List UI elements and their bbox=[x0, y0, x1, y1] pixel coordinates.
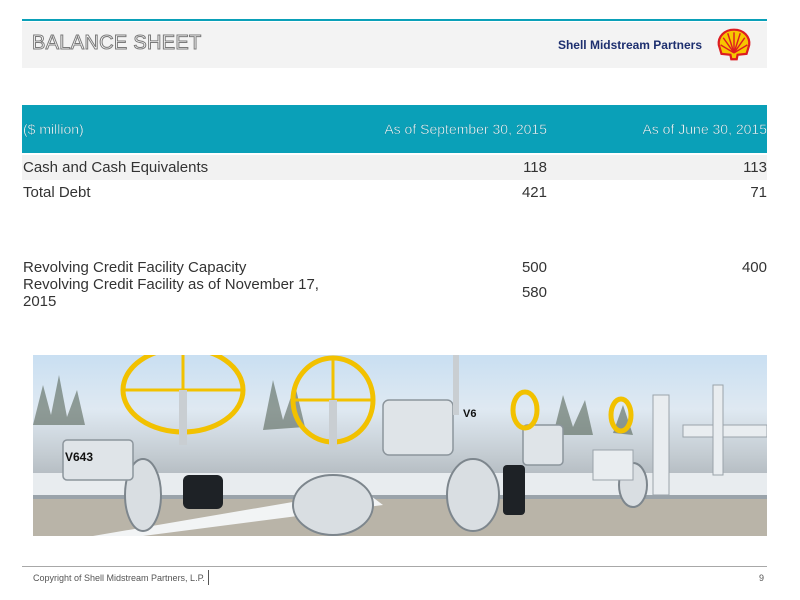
pipeline-illustration: V643 V6 bbox=[33, 355, 767, 536]
page-number: 9 bbox=[758, 573, 764, 583]
footer-separator bbox=[208, 570, 209, 585]
row-label: Cash and Cash Equivalents bbox=[23, 159, 209, 176]
table-row: Revolving Credit Facility as of November… bbox=[22, 276, 767, 310]
column-header-units: ($ million) bbox=[23, 121, 84, 137]
table-header-row: ($ million) As of September 30, 2015 As … bbox=[22, 105, 767, 153]
valve-label: V6 bbox=[463, 408, 476, 420]
footer-rule bbox=[22, 566, 767, 567]
cell-sep-2015: 500 bbox=[521, 259, 547, 276]
balance-sheet-table: ($ million) As of September 30, 2015 As … bbox=[22, 105, 767, 310]
pipeline-valves-photo: V643 V6 bbox=[33, 355, 767, 536]
slide-title: BALANCE SHEET bbox=[32, 32, 202, 55]
table-row: Cash and Cash Equivalents 118 113 bbox=[22, 155, 767, 180]
cell-sep-2015: 580 bbox=[521, 284, 547, 301]
row-label: Revolving Credit Facility Capacity bbox=[23, 259, 247, 276]
shell-logo-icon bbox=[717, 28, 751, 61]
header-top-rule bbox=[22, 19, 767, 21]
cell-jun-2015: 71 bbox=[750, 184, 767, 201]
valve-label: V643 bbox=[65, 450, 93, 464]
column-header-jun-2015: As of June 30, 2015 bbox=[642, 121, 767, 137]
cell-sep-2015: 421 bbox=[521, 184, 547, 201]
column-header-sep-2015: As of September 30, 2015 bbox=[384, 121, 547, 137]
row-label: Total Debt bbox=[23, 184, 91, 201]
cell-jun-2015: 113 bbox=[743, 159, 767, 176]
cell-sep-2015: 118 bbox=[523, 159, 547, 176]
company-name: Shell Midstream Partners bbox=[557, 38, 702, 52]
cell-jun-2015: 400 bbox=[741, 259, 767, 276]
copyright-text: Copyright of Shell Midstream Partners, L… bbox=[33, 573, 205, 583]
row-label: Revolving Credit Facility as of November… bbox=[23, 275, 319, 310]
table-row: Total Debt 421 71 bbox=[22, 180, 767, 205]
